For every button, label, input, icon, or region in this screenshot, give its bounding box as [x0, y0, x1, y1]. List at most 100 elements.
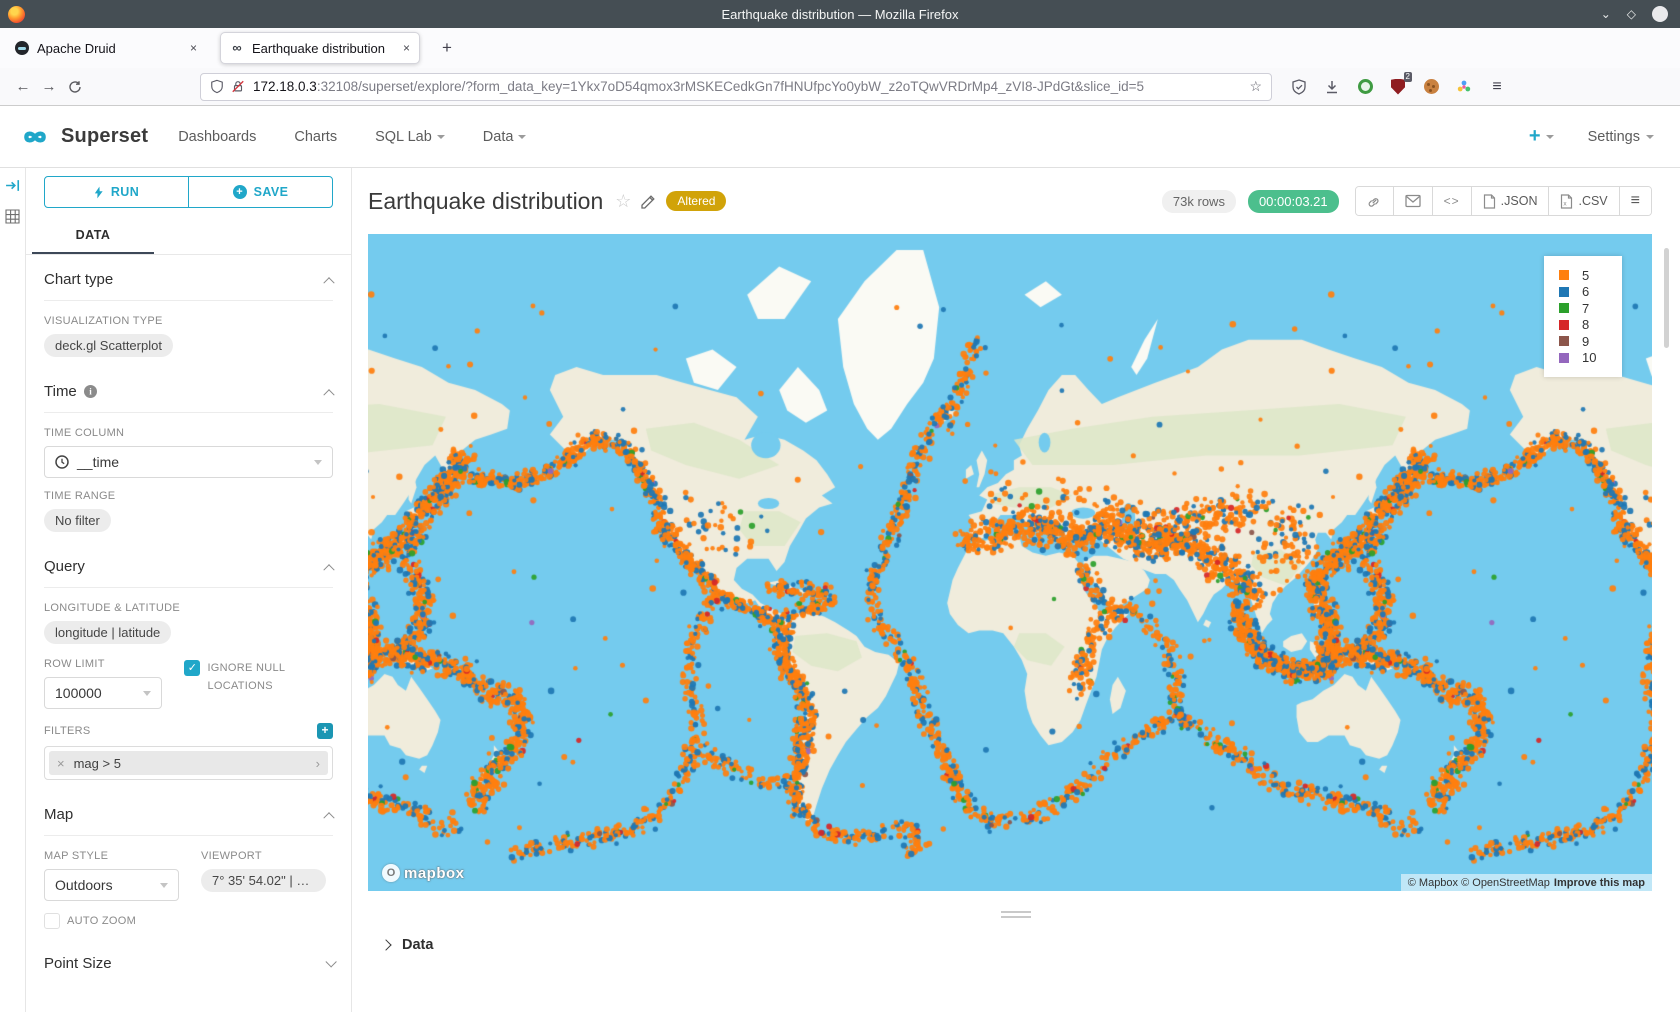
query-timer-badge: 00:00:03.21 [1248, 190, 1339, 213]
superset-logo[interactable]: Superset [16, 124, 148, 150]
map-style-select[interactable]: Outdoors [44, 869, 179, 901]
section-query[interactable]: Query [44, 542, 333, 588]
cookie-extension-icon[interactable] [1418, 74, 1444, 100]
time-column-label: TIME COLUMN [44, 427, 333, 439]
chevron-up-icon [323, 277, 334, 288]
tab-earthquake-distribution[interactable]: ∞ Earthquake distribution × [220, 32, 420, 64]
save-button[interactable]: + SAVE [189, 177, 332, 207]
lightning-icon [94, 186, 104, 199]
legend-swatch [1559, 336, 1569, 346]
data-results-toggle[interactable]: Data [352, 937, 1680, 953]
viz-type-label: VISUALIZATION TYPE [44, 315, 333, 327]
forward-button[interactable]: → [36, 74, 62, 100]
embed-code-button[interactable]: <> [1432, 187, 1471, 215]
section-chart-type[interactable]: Chart type [44, 255, 333, 301]
protections-shield-icon[interactable] [1286, 74, 1312, 100]
remove-filter-icon[interactable]: × [57, 756, 65, 771]
filter-chip[interactable]: × mag > 5 › [49, 751, 328, 775]
new-item-button[interactable]: + [1529, 125, 1554, 148]
edit-properties-icon[interactable] [641, 194, 656, 209]
chevron-right-icon [380, 939, 391, 950]
tab-data[interactable]: DATA [32, 218, 154, 254]
add-filter-button[interactable]: + [317, 723, 333, 739]
control-panel: RUN + SAVE DATA Chart type VISUALIZATION… [26, 168, 352, 1012]
ignore-null-checkbox[interactable]: ✓ [184, 660, 200, 676]
filter-box: × mag > 5 › [44, 746, 333, 780]
export-csv-button[interactable]: x .CSV [1548, 187, 1618, 215]
altered-badge[interactable]: Altered [666, 191, 726, 211]
firefox-menu-icon[interactable]: ≡ [1484, 74, 1510, 100]
section-point-size[interactable]: Point Size [44, 939, 333, 984]
shield-permissions-icon[interactable] [210, 79, 224, 94]
deckgl-scatter-map[interactable]: 5 6 7 8 9 10 O mapbox © Mapbox © OpenStr… [368, 234, 1652, 891]
brand-name: Superset [61, 125, 148, 148]
pinwheel-extension-icon[interactable] [1451, 74, 1477, 100]
tab-close-icon[interactable]: × [403, 41, 410, 55]
map-attribution: © Mapbox © OpenStreetMap Improve this ma… [1401, 874, 1652, 891]
superset-favicon-icon: ∞ [230, 41, 244, 55]
dataset-grid-icon[interactable] [5, 209, 20, 224]
share-link-button[interactable] [1356, 187, 1393, 215]
run-button[interactable]: RUN [45, 177, 189, 207]
section-map[interactable]: Map [44, 790, 333, 836]
link-icon [1367, 194, 1382, 209]
collapse-panel-icon[interactable] [5, 178, 20, 193]
superset-infinity-icon [16, 124, 54, 150]
window-maximize-icon[interactable]: ◇ [1627, 7, 1636, 21]
panel-tabs: DATA [26, 218, 351, 255]
url-bar[interactable]: 172.18.0.3:32108/superset/explore/?form_… [200, 73, 1272, 101]
back-button[interactable]: ← [10, 74, 36, 100]
bookmark-star-icon[interactable]: ☆ [1249, 78, 1262, 95]
time-range-label: TIME RANGE [44, 490, 333, 502]
favorite-star-icon[interactable]: ☆ [615, 191, 631, 212]
nav-data[interactable]: Data [483, 129, 527, 145]
chevron-down-icon [143, 691, 151, 696]
extension-green-icon[interactable] [1352, 74, 1378, 100]
browser-toolbar: ← → 172.18.0.3:32108/superset/explore/?f… [0, 68, 1680, 106]
chevron-up-icon [323, 564, 334, 575]
lonlat-label: LONGITUDE & LATITUDE [44, 602, 333, 614]
downloads-icon[interactable] [1319, 74, 1345, 100]
mapbox-logo[interactable]: O mapbox [382, 864, 465, 882]
viewport-label: VIEWPORT [201, 850, 333, 862]
tab-bar: Apache Druid × ∞ Earthquake distribution… [0, 28, 1680, 68]
tab-apache-druid[interactable]: Apache Druid × [6, 32, 206, 64]
email-button[interactable] [1393, 187, 1432, 215]
collapse-strip [0, 168, 26, 1012]
ublock-extension-icon[interactable]: 2 [1385, 74, 1411, 100]
insecure-lock-icon[interactable] [231, 79, 245, 94]
window-minimize-icon[interactable]: ⌄ [1601, 7, 1611, 21]
time-column-select[interactable]: __time [44, 446, 333, 478]
reload-button[interactable] [62, 74, 88, 100]
viewport-value[interactable]: 7° 35' 54.02" | 31... [201, 869, 326, 892]
chevron-down-icon [1546, 135, 1554, 139]
viz-type-value[interactable]: deck.gl Scatterplot [44, 334, 173, 357]
section-time[interactable]: Time i [44, 367, 333, 413]
legend-swatch [1559, 303, 1569, 313]
ignore-null-label: IGNORE NULL LOCATIONS [207, 660, 333, 695]
map-canvas[interactable] [368, 234, 1652, 891]
nav-charts[interactable]: Charts [294, 129, 337, 145]
lonlat-value[interactable]: longitude | latitude [44, 621, 171, 644]
chart-menu-button[interactable]: ≡ [1619, 187, 1651, 215]
chart-title: Earthquake distribution [368, 188, 603, 215]
druid-favicon-icon [15, 41, 29, 55]
map-style-label: MAP STYLE [44, 850, 179, 862]
tab-close-icon[interactable]: × [190, 41, 197, 55]
settings-menu[interactable]: Settings [1588, 129, 1654, 145]
export-json-button[interactable]: .JSON [1471, 187, 1549, 215]
time-range-value[interactable]: No filter [44, 509, 111, 532]
info-icon: i [84, 385, 97, 398]
nav-dashboards[interactable]: Dashboards [178, 129, 256, 145]
nav-sql-lab[interactable]: SQL Lab [375, 129, 445, 145]
legend-swatch [1559, 270, 1569, 280]
page-scrollbar-thumb[interactable] [1664, 248, 1669, 348]
auto-zoom-checkbox[interactable] [44, 913, 60, 929]
window-close-icon[interactable]: ✕ [1652, 6, 1668, 22]
improve-map-link[interactable]: Improve this map [1554, 877, 1645, 889]
row-limit-select[interactable]: 100000 [44, 677, 162, 709]
new-tab-button[interactable]: + [434, 38, 460, 58]
chevron-right-icon[interactable]: › [316, 756, 320, 771]
hamburger-icon: ≡ [1631, 192, 1640, 210]
panel-resize-handle[interactable] [1001, 911, 1031, 918]
